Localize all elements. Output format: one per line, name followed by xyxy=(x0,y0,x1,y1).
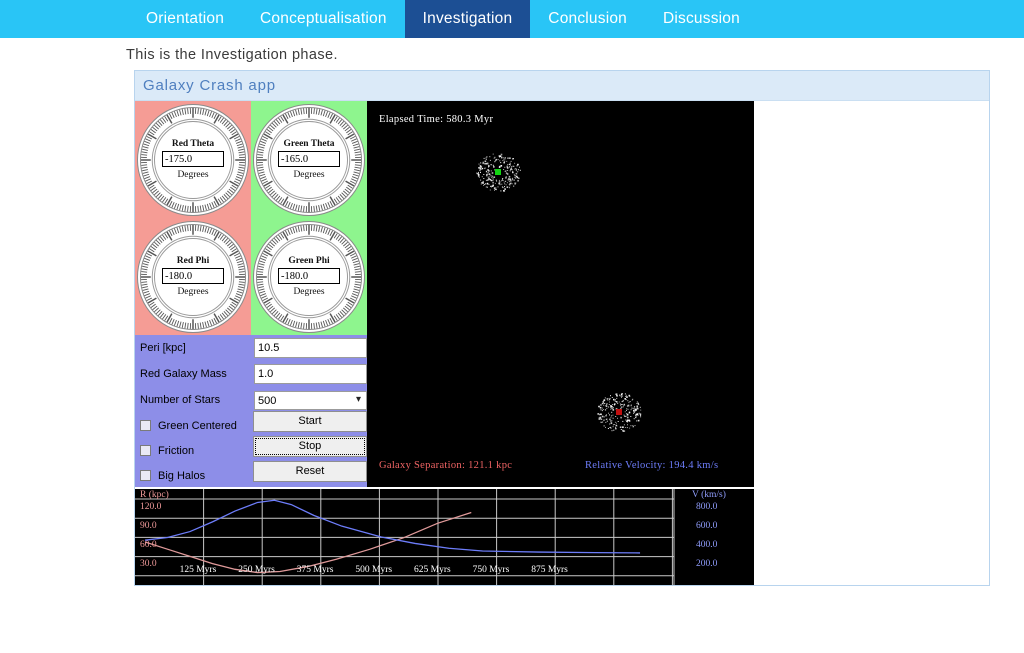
dial-red-theta-face: Red Theta Degrees xyxy=(154,120,232,199)
dial-red-theta-unit: Degrees xyxy=(177,170,209,180)
big-halos-checkbox[interactable] xyxy=(140,470,151,481)
blank-right-area xyxy=(754,101,989,585)
simulation-canvas[interactable]: Elapsed Time: 580.3 Myr Galaxy Separatio… xyxy=(367,101,754,487)
dial-red-theta-input[interactable] xyxy=(162,151,224,167)
param-row-mass: Red Galaxy Mass xyxy=(135,361,367,387)
dial-cell-red-theta: Red Theta Degrees xyxy=(135,101,251,218)
plot-right-tick: 800.0 xyxy=(696,502,718,512)
red-galaxy-mass-label: Red Galaxy Mass xyxy=(140,368,227,380)
tab-investigation[interactable]: Investigation xyxy=(404,0,531,38)
dial-green-theta-label: Green Theta xyxy=(283,139,335,149)
phase-description: This is the Investigation phase. xyxy=(126,47,338,63)
app-title: Galaxy Crash app xyxy=(143,77,276,94)
dial-red-phi-face: Red Phi Degrees xyxy=(154,237,232,316)
param-row-peri: Peri [kpc] xyxy=(135,335,367,361)
star-field xyxy=(476,153,642,432)
dial-green-phi[interactable]: Green Phi Degrees xyxy=(253,220,365,333)
param-row-stars: Number of Stars 10020050010002000 ▾ xyxy=(135,387,367,413)
number-of-stars-label: Number of Stars xyxy=(140,394,221,406)
dial-green-phi-unit: Degrees xyxy=(293,287,325,297)
plot-x-tick: 500 Myrs xyxy=(355,565,393,575)
dial-red-phi-unit: Degrees xyxy=(177,287,209,297)
green-centered-checkbox[interactable] xyxy=(140,420,151,431)
tab-discussion[interactable]: Discussion xyxy=(645,0,758,38)
dial-red-phi[interactable]: Red Phi Degrees xyxy=(137,220,249,333)
plot-x-tick: 250 Myrs xyxy=(238,565,275,575)
dial-red-theta[interactable]: Red Theta Degrees xyxy=(137,103,249,216)
plot-left-tick: 60.0 xyxy=(140,540,157,550)
green-centered-label: Green Centered xyxy=(158,419,237,432)
peri-label: Peri [kpc] xyxy=(140,342,186,354)
tab-conceptualisation[interactable]: Conceptualisation xyxy=(242,0,405,38)
relative-velocity-readout: Relative Velocity: 194.4 km/s xyxy=(585,460,719,471)
dial-red-phi-input[interactable] xyxy=(162,268,224,284)
tab-orientation-label: Orientation xyxy=(146,10,225,27)
dial-cell-red-phi: Red Phi Degrees xyxy=(135,218,251,335)
app-body: Red Theta Degrees Green Theta xyxy=(135,101,989,585)
friction-label: Friction xyxy=(158,444,195,457)
plot-right-tick: 600.0 xyxy=(696,521,718,531)
app-panel-header: Galaxy Crash app xyxy=(135,71,989,101)
galaxy-separation-readout: Galaxy Separation: 121.1 kpc xyxy=(379,460,513,471)
plot-left-axis-label: R (kpc) xyxy=(140,490,169,500)
dial-green-phi-input[interactable] xyxy=(278,268,340,284)
plot-left-tick: 90.0 xyxy=(140,521,157,531)
plot-right-tick: 200.0 xyxy=(696,559,718,569)
big-halos-label: Big Halos xyxy=(158,469,206,482)
tab-conclusion-label: Conclusion xyxy=(548,10,627,27)
separation-velocity-plot: R (kpc) 120.0 90.0 60.0 30.0 V (km/s) 800.0 600… xyxy=(135,489,754,585)
main-navigation: Orientation Conceptualisation Investigat… xyxy=(0,0,1024,38)
dial-green-theta[interactable]: Green Theta Degrees xyxy=(253,103,365,216)
tab-discussion-label: Discussion xyxy=(662,10,740,27)
plot-left-tick: 120.0 xyxy=(140,502,162,512)
red-galaxy-core xyxy=(616,409,622,415)
plot-x-tick: 875 Myrs xyxy=(531,565,568,575)
tab-conceptualisation-label: Conceptualisation xyxy=(260,10,387,27)
dial-red-phi-label: Red Phi xyxy=(176,256,210,266)
elapsed-time-readout: Elapsed Time: 580.3 Myr xyxy=(379,114,494,125)
dial-cell-green-theta: Green Theta Degrees xyxy=(251,101,367,218)
controls-column: Red Theta Degrees Green Theta xyxy=(135,101,367,487)
number-of-stars-select[interactable]: 10020050010002000 xyxy=(254,391,367,410)
plot-right-tick: 400.0 xyxy=(696,540,718,550)
dial-green-theta-unit: Degrees xyxy=(293,170,325,180)
dial-red-theta-label: Red Theta xyxy=(171,139,215,149)
dial-green-theta-input[interactable] xyxy=(278,151,340,167)
plot-left-tick: 30.0 xyxy=(140,559,157,569)
red-galaxy-mass-input[interactable] xyxy=(254,364,367,384)
tab-investigation-label: Investigation xyxy=(422,10,513,27)
dial-grid: Red Theta Degrees Green Theta xyxy=(135,101,367,335)
plot-x-tick: 125 Myrs xyxy=(179,565,217,575)
galaxy-crash-app-panel: Galaxy Crash app Red Theta Degrees xyxy=(134,70,990,586)
dial-cell-green-phi: Green Phi Degrees xyxy=(251,218,367,335)
plot-right-axis-label: V (km/s) xyxy=(692,490,726,500)
parameters-panel: Peri [kpc] Red Galaxy Mass Number of Sta… xyxy=(135,335,367,487)
peri-input[interactable] xyxy=(254,338,367,358)
plot-x-tick: 750 Myrs xyxy=(472,565,510,575)
start-button[interactable]: Start xyxy=(253,411,367,432)
tab-orientation[interactable]: Orientation xyxy=(128,0,242,38)
green-galaxy-core xyxy=(495,169,501,175)
tab-conclusion[interactable]: Conclusion xyxy=(530,0,645,38)
dial-green-phi-label: Green Phi xyxy=(288,256,330,266)
reset-button[interactable]: Reset xyxy=(253,461,367,482)
dial-green-theta-face: Green Theta Degrees xyxy=(270,120,348,199)
plot-x-tick: 625 Myrs xyxy=(414,565,451,575)
plot-x-tick: 375 Myrs xyxy=(296,565,334,575)
dial-green-phi-face: Green Phi Degrees xyxy=(270,237,348,316)
friction-checkbox[interactable] xyxy=(140,445,151,456)
stop-button[interactable]: Stop xyxy=(253,436,367,457)
number-of-stars-select-wrap: 10020050010002000 ▾ xyxy=(254,391,367,410)
